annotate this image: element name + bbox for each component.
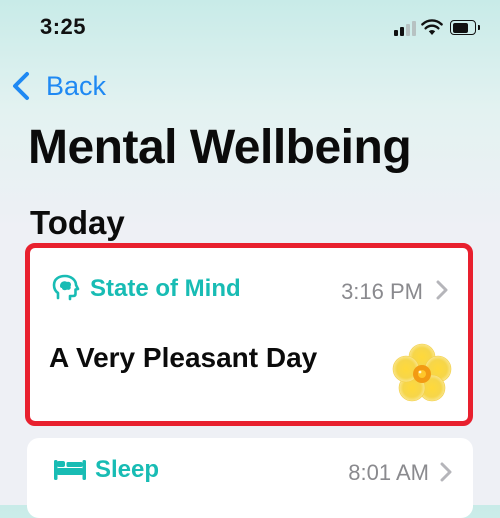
status-bar: 3:25	[0, 0, 500, 62]
sleep-card[interactable]: Sleep 8:01 AM	[27, 438, 473, 518]
state-of-mind-card[interactable]: State of Mind 3:16 PM A Very Pleasant Da…	[25, 243, 473, 426]
chevron-right-icon	[436, 280, 448, 300]
status-time: 3:25	[40, 14, 87, 39]
page-title: Mental Wellbeing	[28, 121, 412, 174]
chevron-left-icon	[13, 72, 29, 100]
sleep-label: Sleep	[95, 456, 160, 483]
section-title-today: Today	[30, 204, 125, 241]
wifi-icon	[421, 19, 443, 35]
sleep-time: 8:01 AM	[348, 460, 429, 485]
bed-icon	[54, 460, 86, 480]
chevron-right-icon	[440, 462, 452, 482]
back-label: Back	[46, 70, 107, 101]
back-button[interactable]: Back	[10, 68, 106, 104]
battery-icon	[450, 20, 480, 35]
brain-icon	[52, 274, 80, 301]
state-of-mind-value: A Very Pleasant Day	[49, 342, 318, 373]
flower-icon	[392, 343, 452, 402]
state-of-mind-label: State of Mind	[90, 275, 241, 302]
cellular-signal-icon	[394, 20, 416, 36]
state-of-mind-time: 3:16 PM	[341, 279, 423, 304]
